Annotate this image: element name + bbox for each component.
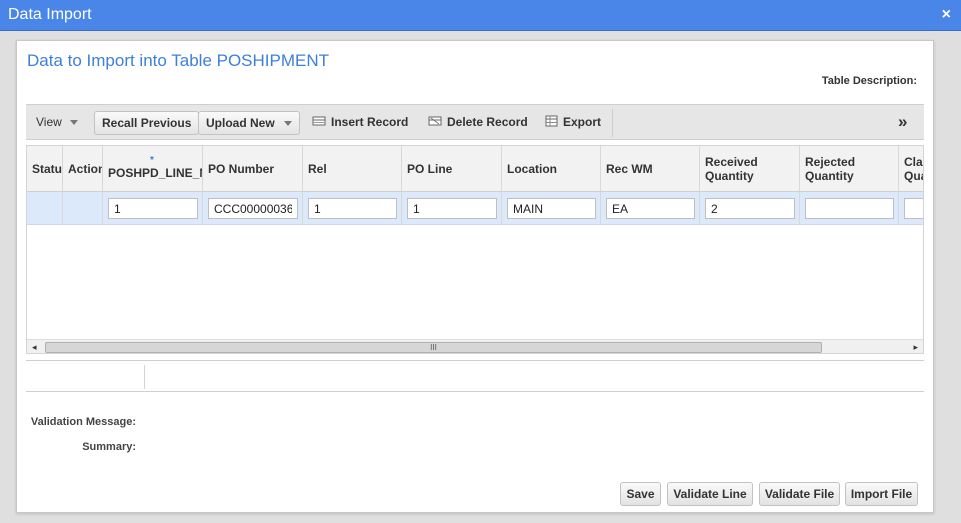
table-description-label: Table Description: [821, 75, 917, 87]
window-titlebar: Data Import × [0, 0, 961, 31]
grid-footer [26, 360, 924, 392]
poshpd-line-num-cell [103, 192, 203, 225]
rejected-quantity-cell [800, 192, 899, 225]
rejected-quantity-input[interactable] [805, 198, 894, 219]
delete-record-label: Delete Record [447, 115, 528, 129]
upload-new-label: Upload New [206, 116, 275, 130]
po-number-input[interactable] [208, 198, 298, 219]
export-icon [545, 106, 558, 140]
insert-record-icon [312, 106, 326, 140]
validate-file-button[interactable]: Validate File [759, 482, 840, 506]
po-number-cell [203, 192, 303, 225]
column-header-action[interactable]: Action [63, 146, 103, 192]
po-line-input[interactable] [407, 198, 497, 219]
close-icon[interactable]: × [942, 6, 951, 24]
column-header-claim-quantity[interactable]: Clai Qua [899, 146, 923, 192]
summary-label: Summary: [82, 441, 136, 453]
poshpd-line-num-input[interactable] [108, 198, 198, 219]
grid-toolbar: View Recall Previous Upload New Insert R… [26, 104, 924, 140]
upload-new-button[interactable]: Upload New [198, 111, 300, 135]
scroll-right-icon[interactable]: ▸ [913, 342, 918, 353]
po-line-cell [402, 192, 502, 225]
rec-wm-cell [601, 192, 700, 225]
column-header-rel[interactable]: Rel [303, 146, 402, 192]
rec-wm-input[interactable] [606, 198, 695, 219]
scroll-left-icon[interactable]: ◂ [32, 342, 37, 353]
save-button[interactable]: Save [620, 482, 661, 506]
column-header-po-number[interactable]: PO Number [203, 146, 303, 192]
toolbar-overflow-button[interactable]: » [898, 105, 907, 139]
chevron-down-icon [284, 121, 292, 126]
claim-quantity-cell [899, 192, 923, 225]
column-header-poshpd-line-num[interactable]: * POSHPD_LINE_NUI [103, 146, 203, 192]
status-cell [27, 192, 63, 225]
toolbar-divider [612, 109, 613, 137]
export-button[interactable]: Export [545, 105, 601, 139]
import-panel: Data to Import into Table POSHIPMENT Tab… [16, 40, 934, 513]
received-quantity-cell [700, 192, 800, 225]
received-quantity-input[interactable] [705, 198, 795, 219]
footer-divider [144, 365, 145, 389]
rel-input[interactable] [308, 198, 397, 219]
delete-record-button[interactable]: Delete Record [428, 105, 528, 139]
recall-previous-button[interactable]: Recall Previous [94, 111, 200, 135]
validation-message-label: Validation Message: [30, 416, 136, 428]
column-header-rec-wm[interactable]: Rec WM [601, 146, 700, 192]
chevron-down-icon [70, 120, 79, 126]
delete-record-icon [428, 106, 442, 140]
column-header-status[interactable]: Status [27, 146, 63, 192]
location-cell [502, 192, 601, 225]
location-input[interactable] [507, 198, 596, 219]
rel-cell [303, 192, 402, 225]
scrollbar-thumb[interactable]: III [45, 342, 822, 353]
export-label: Export [563, 115, 602, 129]
claim-quantity-input[interactable] [904, 198, 923, 219]
horizontal-scrollbar[interactable]: ◂ III ▸ [27, 339, 923, 353]
view-menu[interactable]: View [36, 105, 79, 139]
validate-line-button[interactable]: Validate Line [667, 482, 753, 506]
data-grid: Status Action * POSHPD_LINE_NUI PO Numbe… [26, 145, 924, 354]
column-header-po-line[interactable]: PO Line [402, 146, 502, 192]
page-title: Data to Import into Table POSHIPMENT [27, 51, 330, 70]
column-header-rejected-quantity[interactable]: Rejected Quantity [800, 146, 899, 192]
column-header-received-quantity[interactable]: Received Quantity [700, 146, 800, 192]
column-header-location[interactable]: Location [502, 146, 601, 192]
view-label: View [36, 115, 62, 129]
insert-record-button[interactable]: Insert Record [312, 105, 408, 139]
required-marker: * [150, 155, 154, 166]
action-cell [63, 192, 103, 225]
import-file-button[interactable]: Import File [845, 482, 918, 506]
insert-record-label: Insert Record [331, 115, 409, 129]
window-title: Data Import [8, 6, 92, 23]
